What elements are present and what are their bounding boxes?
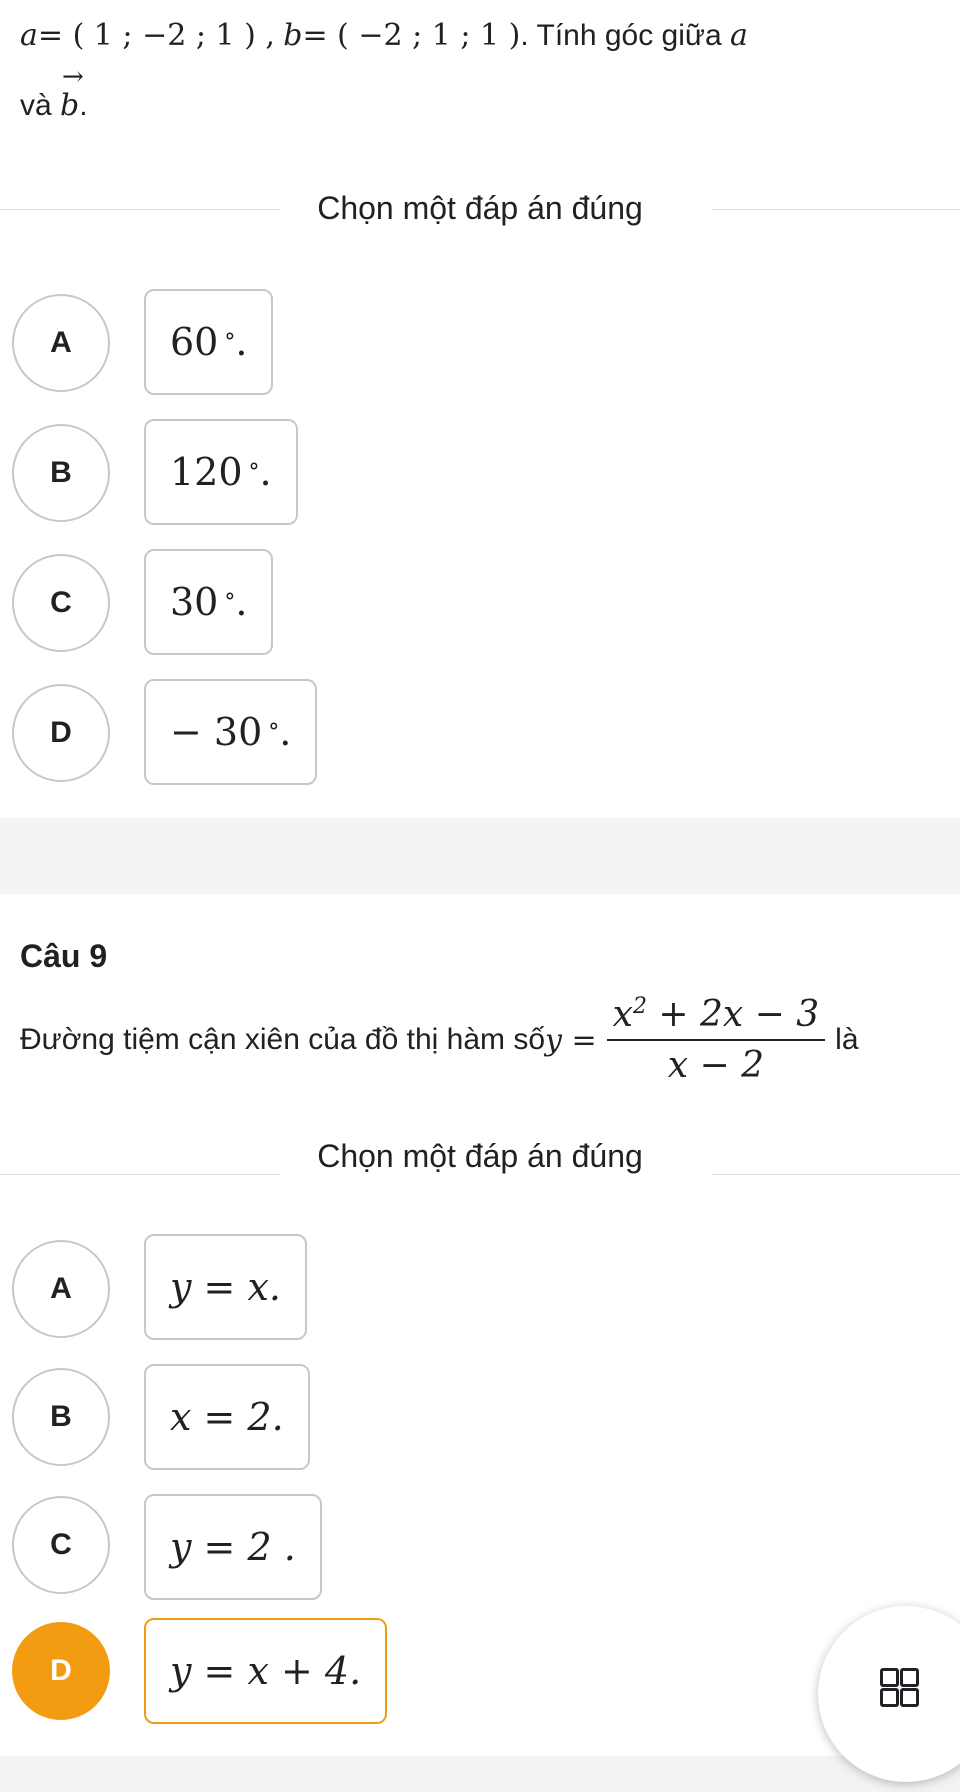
question-separator bbox=[0, 818, 960, 894]
function-lhs: y = bbox=[545, 1022, 597, 1058]
q8-option-d-answer[interactable]: − 30 °. bbox=[144, 679, 318, 785]
vector-b-arrow: → b bbox=[60, 62, 84, 123]
q9-option-b-letter[interactable]: B bbox=[12, 1368, 110, 1466]
q9-option-a-letter[interactable]: A bbox=[12, 1240, 110, 1338]
question-9-text: Đường tiệm cận xiên của đồ thị hàm số y … bbox=[20, 994, 859, 1086]
vector-a: a bbox=[20, 18, 38, 53]
q8-option-c-answer[interactable]: 30 °. bbox=[144, 549, 274, 655]
q9-option-d-letter[interactable]: D bbox=[12, 1622, 110, 1720]
fraction-numerator: x2 + 2x − 3 bbox=[606, 994, 826, 1041]
q9-option-a-answer[interactable]: y = x. bbox=[144, 1234, 307, 1340]
q9-option-c-answer[interactable]: y = 2 . bbox=[144, 1494, 322, 1600]
fraction-denominator: x − 2 bbox=[667, 1045, 765, 1086]
choose-answer-label: Chọn một đáp án đúng bbox=[0, 190, 960, 227]
q8-option-a-answer[interactable]: 60 °. bbox=[144, 289, 274, 395]
q9-option-d-answer[interactable]: y = x + 4. bbox=[144, 1618, 388, 1724]
q8-option-b-answer[interactable]: 120 °. bbox=[144, 419, 298, 525]
question-9-title: Câu 9 bbox=[20, 938, 108, 974]
q8-option-d-letter[interactable]: D bbox=[12, 684, 110, 782]
question-8-text-line1: a= ( 1 ; −2 ; 1 ) , b= ( −2 ; 1 ; 1 ). T… bbox=[20, 18, 748, 53]
q8-option-c-letter[interactable]: C bbox=[12, 554, 110, 652]
q8-option-b-letter[interactable]: B bbox=[12, 424, 110, 522]
fraction: x2 + 2x − 3 x − 2 bbox=[606, 994, 826, 1086]
q8-option-a-letter[interactable]: A bbox=[12, 294, 110, 392]
vector-b: b bbox=[283, 18, 303, 53]
q9-option-c-letter[interactable]: C bbox=[12, 1496, 110, 1594]
q9-option-b-answer[interactable]: x = 2. bbox=[144, 1364, 310, 1470]
grid-four-squares-icon bbox=[880, 1668, 919, 1707]
bottom-band bbox=[0, 1756, 960, 1792]
question-8-text-line2: và → b. bbox=[20, 62, 88, 123]
choose-answer-label-q9: Chọn một đáp án đúng bbox=[0, 1138, 960, 1175]
